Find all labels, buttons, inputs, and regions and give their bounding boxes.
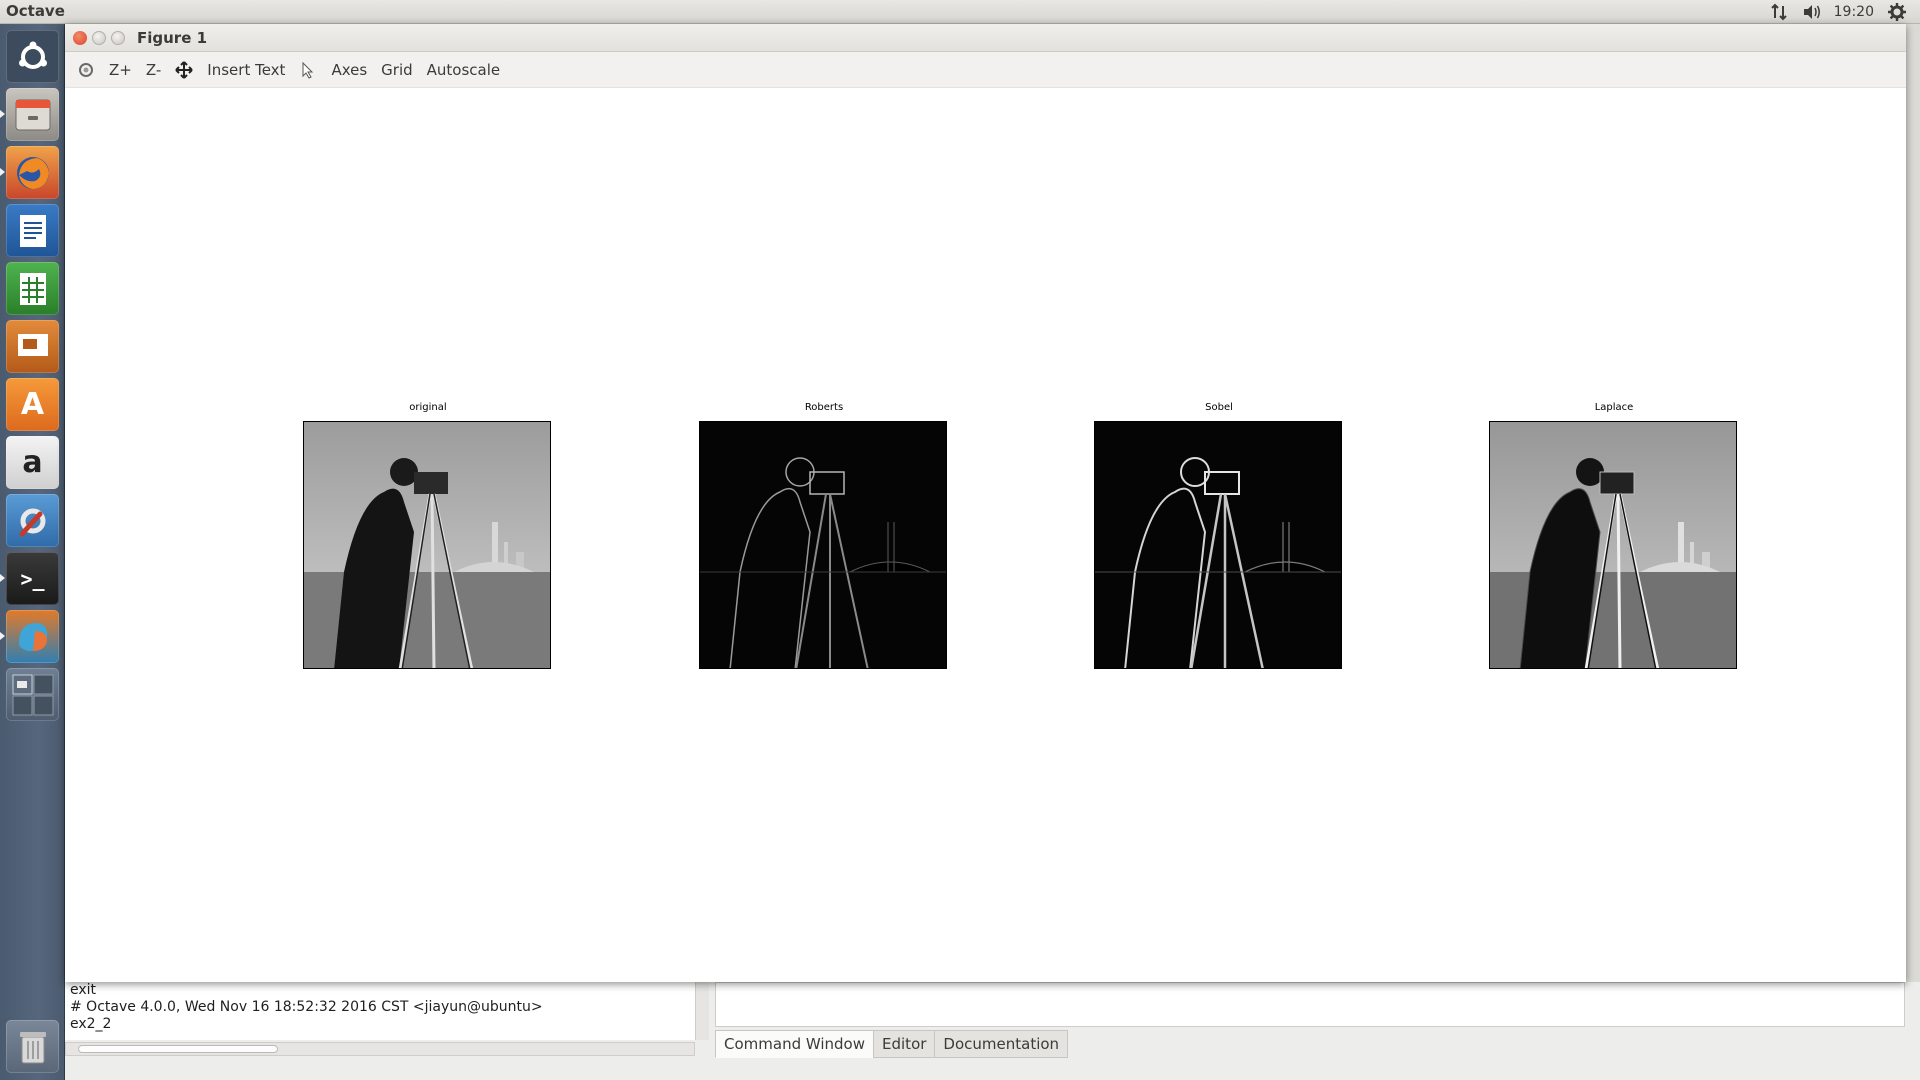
secondary-pane	[715, 982, 1905, 1027]
octave-main-window: exit # Octave 4.0.0, Wed Nov 16 18:52:32…	[65, 982, 1920, 1080]
running-indicator	[0, 574, 5, 582]
image-cameraman-roberts	[699, 421, 947, 669]
subplot-title: Laplace	[1594, 402, 1634, 413]
close-icon[interactable]	[73, 31, 87, 45]
figure-title: Figure 1	[137, 29, 208, 47]
pointer-arrow-icon[interactable]	[299, 61, 317, 79]
pan-move-icon[interactable]	[175, 60, 194, 79]
command-window-output[interactable]: exit # Octave 4.0.0, Wed Nov 16 18:52:32…	[65, 982, 695, 1040]
running-indicator	[0, 632, 5, 640]
tab-editor[interactable]: Editor	[873, 1030, 936, 1058]
clock[interactable]: 19:20	[1834, 4, 1874, 20]
running-indicator	[0, 110, 5, 118]
system-settings-launcher[interactable]	[6, 494, 59, 547]
dock-tab-bar: Command Window Editor Documentation	[715, 1030, 1069, 1058]
figure-titlebar[interactable]: Figure 1	[65, 24, 1906, 52]
grid-button[interactable]: Grid	[381, 61, 412, 79]
firefox-icon	[6, 146, 59, 199]
software-center-bag-icon: A	[20, 387, 45, 422]
running-indicator	[0, 168, 5, 176]
output-line: ex2_2	[70, 1016, 112, 1032]
file-cabinet-icon	[6, 88, 59, 141]
files-launcher[interactable]	[6, 88, 59, 141]
software-center-launcher[interactable]: A	[6, 378, 59, 431]
ubuntu-logo-icon	[6, 30, 59, 83]
octave-icon	[6, 610, 59, 663]
writer-document-icon	[6, 204, 59, 257]
impress-presentation-icon	[6, 320, 59, 373]
top-panel: Octave 19:20	[0, 0, 1920, 24]
tab-documentation[interactable]: Documentation	[934, 1030, 1069, 1058]
dash-home-button[interactable]	[6, 30, 59, 83]
subplot-title: Sobel	[1205, 402, 1233, 413]
figure-window: Figure 1 Z+ Z- Insert Text Axes Grid Aut…	[65, 24, 1906, 982]
plot-canvas[interactable]: original Roberts Sobel Laplace	[65, 88, 1906, 982]
zoom-out-button[interactable]: Z-	[146, 61, 161, 79]
rotate-icon[interactable]	[77, 61, 95, 79]
vertical-scrollbar[interactable]	[695, 982, 709, 1040]
calc-spreadsheet-icon	[6, 262, 59, 315]
network-icon[interactable]	[1770, 3, 1788, 21]
horizontal-scrollbar[interactable]	[65, 1042, 695, 1056]
insert-text-button[interactable]: Insert Text	[207, 61, 285, 79]
unity-launcher: A a >_	[0, 24, 65, 1080]
settings-gear-icon[interactable]	[1888, 3, 1906, 21]
subplot-title: original	[409, 402, 447, 413]
amazon-icon: a	[22, 445, 43, 480]
subplot-title: Roberts	[804, 402, 844, 413]
image-cameraman-sobel	[1094, 421, 1342, 669]
workspace-switcher-icon	[6, 668, 59, 721]
zoom-in-button[interactable]: Z+	[109, 61, 132, 79]
trash-icon	[6, 1020, 59, 1073]
workspace-switcher-launcher[interactable]	[6, 668, 59, 721]
minimize-icon[interactable]	[92, 31, 106, 45]
system-tray: 19:20	[1770, 0, 1920, 24]
app-menu-title[interactable]: Octave	[6, 2, 65, 20]
figure-toolbar: Z+ Z- Insert Text Axes Grid Autoscale	[65, 52, 1906, 88]
terminal-icon: >_	[20, 566, 45, 591]
libreoffice-writer-launcher[interactable]	[6, 204, 59, 257]
volume-icon[interactable]	[1802, 3, 1820, 21]
terminal-launcher[interactable]: >_	[6, 552, 59, 605]
libreoffice-calc-launcher[interactable]	[6, 262, 59, 315]
output-line: # Octave 4.0.0, Wed Nov 16 18:52:32 2016…	[70, 999, 543, 1015]
axes-button[interactable]: Axes	[331, 61, 367, 79]
amazon-launcher[interactable]: a	[6, 436, 59, 489]
tab-command-window[interactable]: Command Window	[715, 1030, 875, 1058]
trash-launcher[interactable]	[6, 1020, 59, 1073]
firefox-launcher[interactable]	[6, 146, 59, 199]
wrench-gear-icon	[6, 494, 59, 547]
libreoffice-impress-launcher[interactable]	[6, 320, 59, 373]
maximize-icon[interactable]	[111, 31, 125, 45]
autoscale-button[interactable]: Autoscale	[427, 61, 500, 79]
output-line: exit	[70, 982, 97, 998]
image-cameraman-laplace	[1489, 421, 1737, 669]
octave-launcher[interactable]	[6, 610, 59, 663]
image-cameraman-original	[303, 421, 551, 669]
scrollbar-thumb[interactable]	[78, 1045, 278, 1053]
